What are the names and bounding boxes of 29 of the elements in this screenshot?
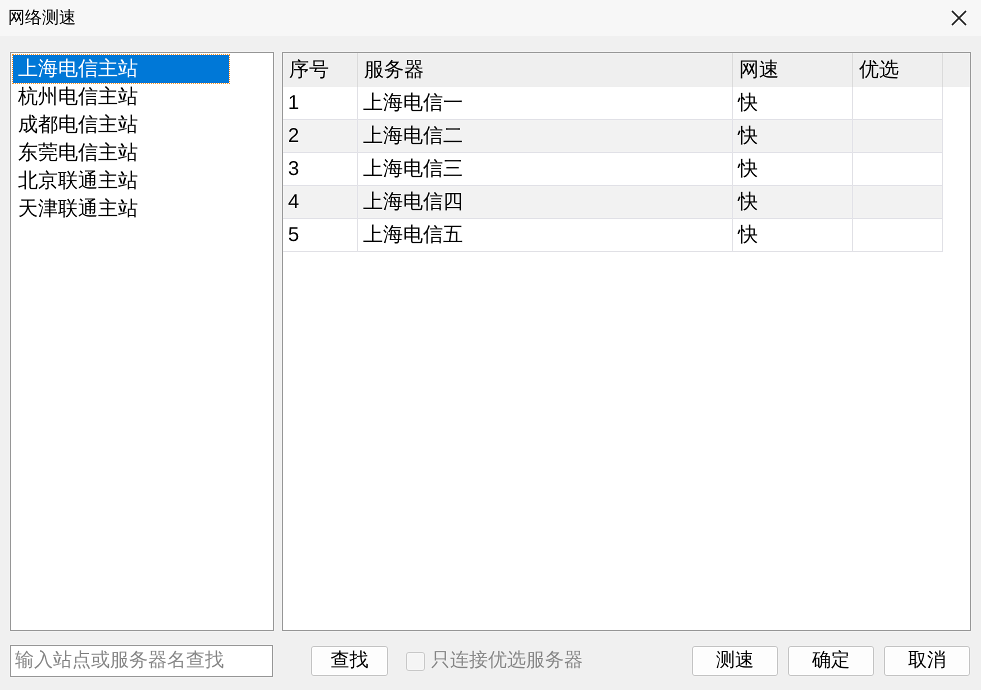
dialog-button[interactable]: 确定 [788,646,874,676]
table-cell: 2 [288,125,300,147]
station-item[interactable]: 上海电信主站 [13,55,229,83]
table-cell: 5 [288,224,300,246]
table-cell: 快 [738,191,758,213]
table-cell: 快 [738,224,758,246]
close-icon[interactable] [949,8,969,28]
window-title: 网络测速 [8,7,76,30]
station-item[interactable]: 东莞电信主站 [13,139,229,167]
station-item[interactable]: 成都电信主站 [13,111,229,139]
table-cell: 3 [288,158,300,180]
table-cell: 快 [738,158,758,180]
table-cell: 快 [738,92,758,114]
table-cell: 4 [288,191,300,213]
station-item[interactable]: 北京联通主站 [13,167,229,195]
dialog-button[interactable]: 取消 [884,646,970,676]
station-item[interactable]: 杭州电信主站 [13,83,229,111]
table-cell: 上海电信一 [363,92,463,114]
table-cell: 上海电信五 [363,224,463,246]
table-cell: 上海电信二 [363,125,463,147]
dialog-button[interactable]: 测速 [692,646,778,676]
table-cell: 上海电信三 [363,158,463,180]
search-button[interactable]: 查找 [311,646,388,676]
table-cell: 快 [738,125,758,147]
checkbox-label: 只连接优选服务器 [431,648,583,673]
station-item[interactable]: 天津联通主站 [13,195,229,223]
table-cell: 1 [288,92,300,114]
search-field[interactable]: 输入站点或服务器名查找 [10,645,273,677]
table-cell: 上海电信四 [363,191,463,213]
